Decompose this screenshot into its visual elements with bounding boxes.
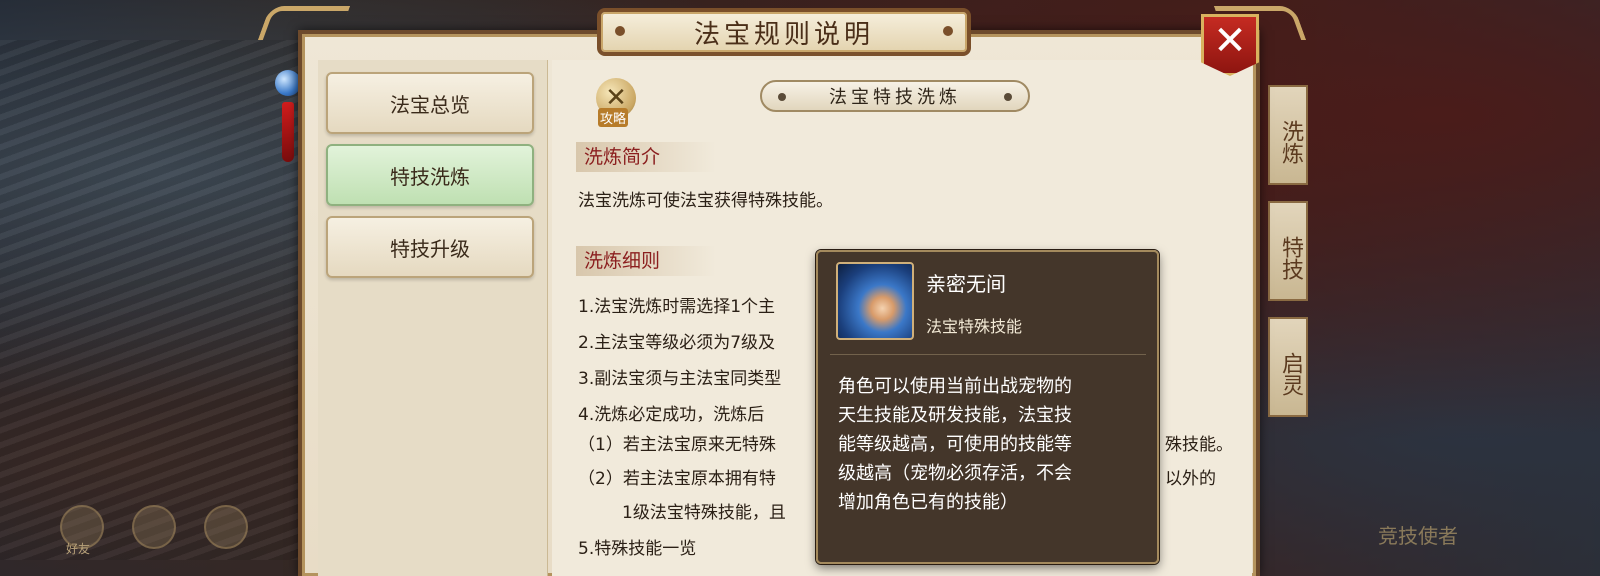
side-button-refine[interactable]: 洗炼 <box>1268 85 1308 185</box>
rule-line: 1.法宝洗炼时需选择1个主 <box>578 297 776 317</box>
rooftop-scenery <box>0 40 300 560</box>
guide-button[interactable]: ✕ 攻略 <box>596 78 640 127</box>
rule-line: 1级法宝特殊技能，且 <box>622 503 786 523</box>
tab-column <box>318 60 548 576</box>
skill-type: 法宝特殊技能 <box>926 317 1023 336</box>
skill-name: 亲密无间 <box>926 272 1006 296</box>
guide-label: 攻略 <box>598 108 629 127</box>
tab-skill-refine[interactable]: 特技洗炼 <box>326 144 534 206</box>
friends-label: 好友 <box>66 542 91 556</box>
red-tassel-icon <box>282 102 294 162</box>
rule-line: （1）若主法宝原来无特殊 <box>578 435 776 455</box>
tab-skill-upgrade[interactable]: 特技升级 <box>326 216 534 278</box>
rule-line-overflow: 殊技能。 <box>1165 435 1233 455</box>
dialog-title: 法宝规则说明 <box>693 19 874 50</box>
tab-overview[interactable]: 法宝总览 <box>326 72 534 134</box>
close-icon: ✕ <box>1213 18 1247 64</box>
tab-label: 特技洗炼 <box>390 164 470 189</box>
tooltip-divider <box>830 354 1146 355</box>
chat-icon[interactable] <box>132 505 176 549</box>
rule-line: 2.主法宝等级必须为7级及 <box>578 333 776 353</box>
arena-npc-label: 竞技使者 <box>1378 524 1458 548</box>
skill-description-line: 能等级越高，可使用的技能等 <box>838 434 1072 455</box>
rule-line-overflow: 以外的 <box>1165 469 1216 489</box>
skill-icon <box>836 262 914 340</box>
side-button-skill[interactable]: 特技 <box>1268 201 1308 301</box>
tab-label: 法宝总览 <box>390 92 470 117</box>
rule-line: 4.洗炼必定成功，洗炼后 <box>578 405 765 425</box>
skill-description-line: 角色可以使用当前出战宠物的 <box>838 376 1072 397</box>
side-button-awaken[interactable]: 启灵 <box>1268 317 1308 417</box>
background-side-buttons: 洗炼 特技 启灵 <box>1268 85 1308 433</box>
rule-line: （2）若主法宝原本拥有特 <box>578 469 776 489</box>
voice-icon[interactable] <box>204 505 248 549</box>
section-banner: 法宝特技洗炼 <box>760 80 1030 112</box>
skill-description-line: 增加角色已有的技能） <box>838 492 1018 513</box>
dialog-title-plate: 法宝规则说明 <box>597 8 971 56</box>
tab-label: 特技升级 <box>390 236 470 261</box>
skill-description-line: 天生技能及研发技能，法宝技 <box>838 405 1072 426</box>
intro-heading: 洗炼简介 <box>576 142 716 172</box>
rule-line: 5.特殊技能一览 <box>578 539 697 559</box>
rules-heading: 洗炼细则 <box>576 246 716 276</box>
skill-description-line: 级越高（宠物必须存活，不会 <box>838 463 1072 484</box>
rule-line: 3.副法宝须与主法宝同类型 <box>578 369 782 389</box>
intro-text: 法宝洗炼可使法宝获得特殊技能。 <box>578 191 833 211</box>
